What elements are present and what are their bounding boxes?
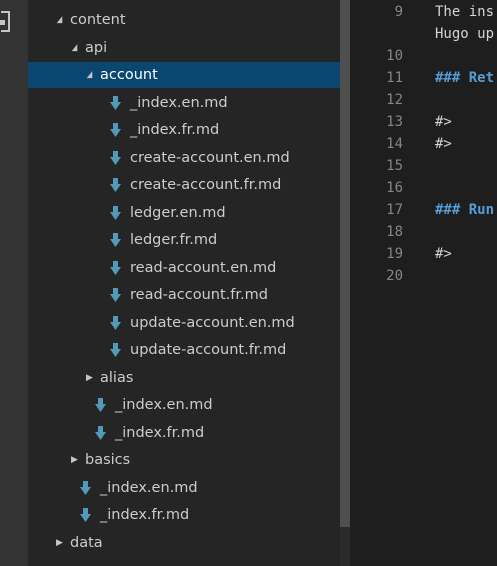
tree-item-label: _index.fr.md bbox=[100, 507, 190, 523]
line-number: 18 bbox=[386, 224, 403, 240]
tree-item-label: read-account.fr.md bbox=[130, 287, 268, 303]
tree-item-label: ledger.fr.md bbox=[130, 232, 218, 248]
tree-folder-data[interactable]: ▶ data bbox=[28, 530, 350, 556]
markdown-file-icon bbox=[110, 123, 121, 137]
code-text: ### Run bbox=[435, 202, 495, 218]
tree-item-label: update-account.en.md bbox=[130, 314, 295, 331]
line-number: 15 bbox=[386, 158, 403, 174]
code-line[interactable]: 10 bbox=[350, 45, 497, 67]
chevron-down-icon[interactable]: ◢ bbox=[72, 35, 78, 61]
code-line[interactable]: 17 ### Run bbox=[350, 199, 497, 221]
code-text: The ins bbox=[435, 4, 495, 20]
code-line[interactable]: Hugo up bbox=[350, 23, 497, 45]
tree-folder-api[interactable]: ◢ api bbox=[28, 35, 350, 61]
markdown-file-icon bbox=[95, 398, 106, 412]
code-line[interactable]: 19 #> bbox=[350, 243, 497, 265]
markdown-file-icon bbox=[110, 233, 121, 247]
tree-item-label: create-account.fr.md bbox=[130, 177, 282, 193]
tree-file[interactable]: _index.en.md bbox=[28, 90, 350, 116]
editor-pane[interactable]: 9 The ins Hugo up 10 11 ### Ret 12 13 #> 14 #> 15… bbox=[350, 0, 497, 566]
tree-file[interactable]: create-account.fr.md bbox=[28, 172, 350, 198]
tree-item-label: _index.fr.md bbox=[130, 122, 220, 138]
tree-item-label: create-account.en.md bbox=[130, 149, 290, 166]
tree-folder-basics[interactable]: ▶ basics bbox=[28, 447, 350, 473]
explorer-scrollbar[interactable] bbox=[340, 0, 350, 566]
explorer-scrollbar-thumb[interactable] bbox=[340, 0, 350, 527]
code-text: #> bbox=[435, 246, 452, 262]
tree-item-label: _index.en.md bbox=[130, 94, 228, 111]
activity-bar bbox=[0, 0, 28, 566]
code-line[interactable]: 14 #> bbox=[350, 133, 497, 155]
explorer-tree: ◢ content ◢ api ◢ account _index.en.md _index.f… bbox=[28, 0, 350, 566]
tree-item-label: update-account.fr.md bbox=[130, 342, 287, 358]
tree-folder-alias[interactable]: ▶ alias bbox=[28, 365, 350, 391]
tree-file[interactable]: _index.fr.md bbox=[28, 117, 350, 143]
chevron-right-icon[interactable]: ▶ bbox=[71, 447, 78, 473]
markdown-file-icon bbox=[110, 205, 121, 220]
tree-item-label: alias bbox=[100, 369, 134, 386]
tree-folder-account[interactable]: ◢ account bbox=[28, 62, 350, 88]
code-text: #> bbox=[435, 136, 452, 152]
tree-file[interactable]: read-account.en.md bbox=[28, 255, 350, 281]
extensions-icon[interactable] bbox=[0, 11, 10, 32]
tree-file[interactable]: update-account.en.md bbox=[28, 310, 350, 336]
markdown-file-icon bbox=[95, 425, 106, 440]
tree-item-label: api bbox=[85, 39, 108, 56]
markdown-file-icon bbox=[110, 95, 121, 110]
tree-item-label: _index.en.md bbox=[100, 479, 198, 496]
markdown-file-icon bbox=[110, 260, 121, 275]
chevron-down-icon[interactable]: ◢ bbox=[57, 7, 63, 33]
code-line[interactable]: 13 #> bbox=[350, 111, 497, 133]
line-number: 16 bbox=[386, 180, 403, 196]
line-number: 9 bbox=[394, 4, 403, 20]
tree-item-label: read-account.en.md bbox=[130, 259, 277, 276]
markdown-file-icon bbox=[110, 150, 121, 165]
markdown-file-icon bbox=[110, 315, 121, 330]
tree-file[interactable]: _index.fr.md bbox=[28, 420, 350, 446]
markdown-file-icon bbox=[110, 343, 121, 357]
tree-file[interactable]: _index.fr.md bbox=[28, 502, 350, 528]
code-line[interactable]: 9 The ins bbox=[350, 1, 497, 23]
tree-file[interactable]: create-account.en.md bbox=[28, 145, 350, 171]
code-line[interactable]: 20 bbox=[350, 265, 497, 287]
tree-item-label: account bbox=[100, 67, 158, 83]
tree-file[interactable]: ledger.fr.md bbox=[28, 227, 350, 253]
markdown-file-icon bbox=[110, 288, 121, 302]
markdown-file-icon bbox=[80, 508, 91, 522]
tree-file[interactable]: read-account.fr.md bbox=[28, 282, 350, 308]
tree-file[interactable]: _index.en.md bbox=[28, 392, 350, 418]
line-number: 12 bbox=[386, 92, 403, 108]
chevron-right-icon[interactable]: ▶ bbox=[86, 365, 93, 391]
code-line[interactable]: 18 bbox=[350, 221, 497, 243]
line-number: 14 bbox=[386, 136, 403, 152]
tree-item-label: content bbox=[70, 12, 126, 28]
tree-item-label: _index.fr.md bbox=[115, 424, 205, 441]
tree-file[interactable]: update-account.fr.md bbox=[28, 337, 350, 363]
line-number: 10 bbox=[386, 48, 403, 64]
chevron-down-icon[interactable]: ◢ bbox=[87, 62, 93, 88]
line-number: 13 bbox=[386, 114, 403, 130]
tree-item-label: ledger.en.md bbox=[130, 204, 226, 221]
code-line[interactable]: 11 ### Ret bbox=[350, 67, 497, 89]
markdown-file-icon bbox=[80, 480, 91, 495]
tree-file[interactable]: _index.en.md bbox=[28, 475, 350, 501]
code-text: Hugo up bbox=[435, 26, 495, 42]
code-line[interactable]: 16 bbox=[350, 177, 497, 199]
code-text: #> bbox=[435, 114, 452, 130]
tree-folder-content[interactable]: ◢ content bbox=[28, 7, 350, 33]
line-number: 11 bbox=[386, 70, 403, 86]
line-number: 19 bbox=[386, 246, 403, 262]
chevron-right-icon[interactable]: ▶ bbox=[56, 530, 63, 556]
line-number: 20 bbox=[386, 268, 403, 284]
tree-item-label: _index.en.md bbox=[115, 397, 213, 413]
line-number: 17 bbox=[386, 202, 403, 218]
tree-item-label: data bbox=[70, 534, 103, 551]
tree-file[interactable]: ledger.en.md bbox=[28, 200, 350, 226]
tree-item-label: basics bbox=[85, 452, 131, 468]
markdown-file-icon bbox=[110, 178, 121, 192]
code-text: ### Ret bbox=[435, 70, 495, 86]
code-line[interactable]: 12 bbox=[350, 89, 497, 111]
code-line[interactable]: 15 bbox=[350, 155, 497, 177]
